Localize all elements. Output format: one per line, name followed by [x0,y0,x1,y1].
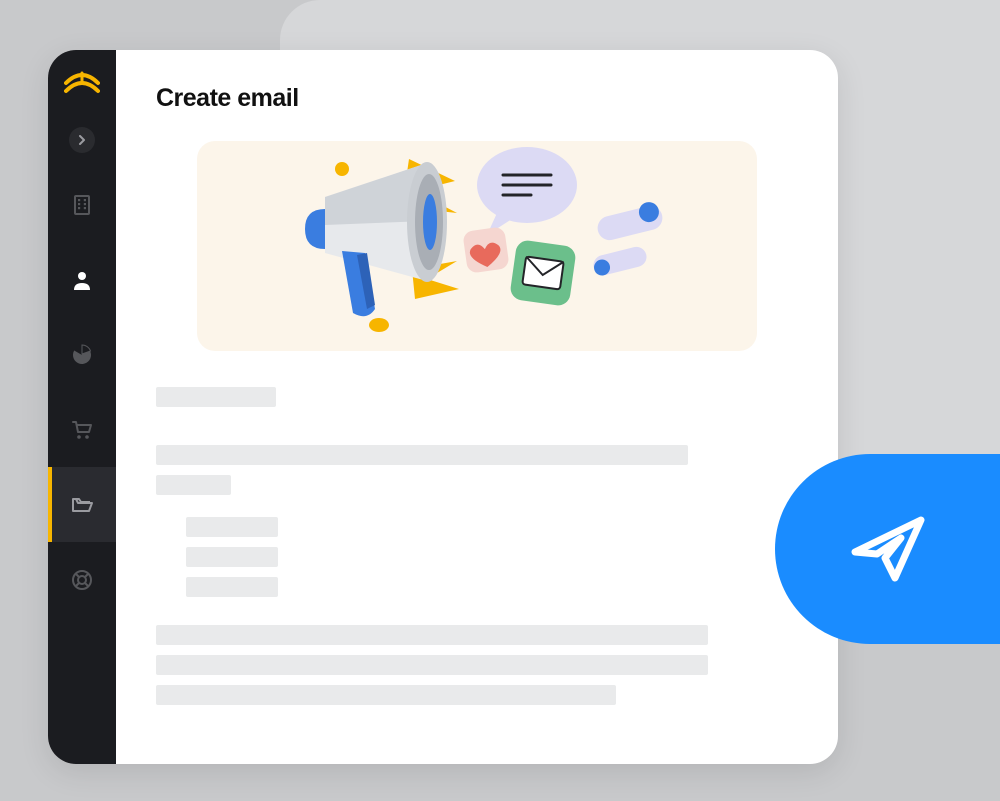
placeholder-line [156,445,688,465]
sidebar-expand-button[interactable] [48,112,116,167]
pie-chart-icon [71,344,93,366]
send-button[interactable] [775,454,1000,644]
paper-plane-icon [843,504,933,594]
placeholder-line [156,387,276,407]
sidebar [48,50,116,764]
envelope-card-icon [509,239,577,307]
content-placeholders [156,383,798,715]
app-logo[interactable] [64,70,100,98]
heart-card-icon [462,226,509,273]
cart-icon [70,418,94,442]
hero-illustration [197,141,757,351]
chevron-right-icon [77,135,87,145]
logo-icon [64,71,100,97]
sidebar-item-contacts[interactable] [48,242,116,317]
main-content: Create email [116,50,838,764]
sidebar-item-help[interactable] [48,542,116,617]
lifebuoy-icon [71,569,93,591]
person-icon [71,269,93,291]
app-window: Create email [48,50,838,764]
page-title: Create email [156,84,798,113]
placeholder-line [186,577,278,597]
placeholder-line [156,475,231,495]
placeholder-line [156,655,708,675]
sidebar-item-reports[interactable] [48,317,116,392]
toggles-icon [591,200,665,277]
placeholder-line [186,547,278,567]
placeholder-line [186,517,278,537]
placeholder-line [156,625,708,645]
sidebar-item-company[interactable] [48,167,116,242]
placeholder-line [156,685,616,705]
building-icon [70,193,94,217]
folder-open-icon [70,493,94,517]
sidebar-item-files[interactable] [48,467,116,542]
speech-bubble-icon [477,147,577,235]
sidebar-item-commerce[interactable] [48,392,116,467]
